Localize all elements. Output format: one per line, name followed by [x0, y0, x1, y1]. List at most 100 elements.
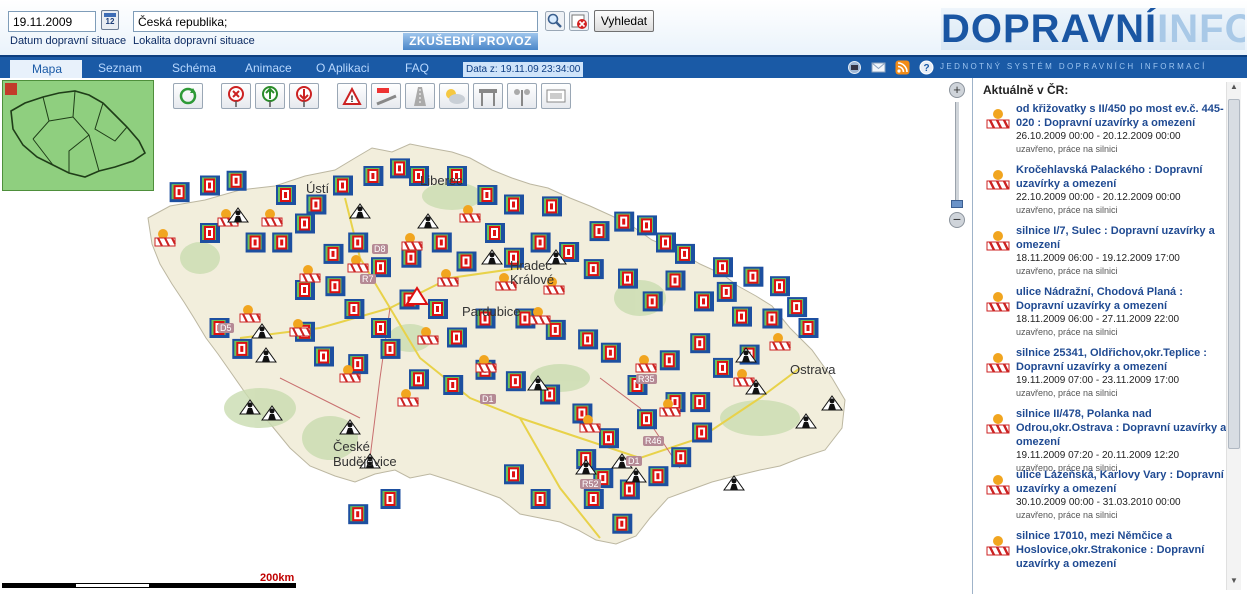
zoom-control[interactable]: + −: [947, 82, 967, 230]
closure-sign-marker[interactable]: [333, 175, 353, 196]
start-point-button[interactable]: [255, 83, 285, 109]
layer-closures-button[interactable]: [371, 83, 401, 109]
closure-sign-marker[interactable]: [447, 327, 467, 348]
closure-sign-marker[interactable]: [401, 247, 422, 268]
closure-sign-marker[interactable]: [656, 232, 676, 253]
closure-sign-marker[interactable]: [443, 375, 464, 395]
closure-sign-marker[interactable]: [659, 350, 680, 371]
event-item[interactable]: silnice I/7, Sulec : Dopravní uzavírky a…: [979, 224, 1231, 285]
closure-sign-marker[interactable]: [314, 346, 334, 367]
closure-sign-marker[interactable]: [637, 409, 657, 430]
closure-sign-marker[interactable]: [232, 338, 253, 359]
layer-meteo-button[interactable]: [507, 83, 537, 109]
closure-sign-marker[interactable]: [380, 489, 401, 509]
event-item[interactable]: silnice 25341, Oldřichov,okr.Teplice : D…: [979, 346, 1231, 407]
zoom-slider-track[interactable]: [955, 102, 959, 206]
closure-sign-marker[interactable]: [169, 182, 190, 203]
calendar-icon[interactable]: 12: [101, 10, 119, 30]
map-area[interactable]: Ústí Liberec Hradec Králové Pardubice Če…: [0, 78, 944, 594]
scroll-thumb[interactable]: [1228, 99, 1240, 449]
closure-sign-marker[interactable]: [348, 504, 369, 525]
clear-search-icon[interactable]: [569, 11, 589, 31]
closure-sign-marker[interactable]: [380, 338, 401, 359]
closure-sign-marker[interactable]: [348, 232, 369, 253]
closure-sign-marker[interactable]: [612, 513, 633, 534]
event-item[interactable]: od křižovatky s II/450 po most ev.č. 445…: [979, 102, 1231, 163]
tab-mapa[interactable]: Mapa: [10, 60, 82, 78]
tab-seznam[interactable]: Seznam: [98, 61, 142, 75]
event-item[interactable]: silnice 17010, mezi Němčice a Hoslovice,…: [979, 529, 1231, 590]
closure-sign-marker[interactable]: [245, 232, 266, 253]
closure-sign-marker[interactable]: [306, 194, 327, 215]
closure-sign-marker[interactable]: [583, 489, 604, 509]
event-title[interactable]: Kročehlavská Palackého : Dopravní uzavír…: [1016, 163, 1231, 191]
closure-sign-marker[interactable]: [642, 291, 663, 312]
event-title[interactable]: silnice I/7, Sulec : Dopravní uzavírky a…: [1016, 224, 1231, 252]
closure-sign-marker[interactable]: [504, 194, 524, 215]
closure-sign-marker[interactable]: [743, 266, 764, 287]
remove-point-button[interactable]: [221, 83, 251, 109]
closure-sign-marker[interactable]: [542, 196, 562, 217]
event-item[interactable]: silnice II/478, Polanka nad Odrou,okr.Os…: [979, 407, 1231, 473]
event-title[interactable]: ulice Nádražní, Chodová Planá : Dopravní…: [1016, 285, 1231, 313]
closure-sign-marker[interactable]: [325, 276, 346, 297]
closure-sign-marker[interactable]: [504, 464, 524, 485]
layer-weather-button[interactable]: [439, 83, 469, 109]
zoom-out-button[interactable]: −: [949, 212, 965, 228]
layer-warnings-button[interactable]: !: [337, 83, 367, 109]
zoom-in-button[interactable]: +: [949, 82, 965, 98]
closure-sign-marker[interactable]: [428, 299, 448, 319]
closure-sign-marker[interactable]: [770, 276, 790, 297]
overview-minimap[interactable]: [2, 80, 154, 191]
event-title[interactable]: od křižovatky s II/450 po most ev.č. 445…: [1016, 102, 1231, 130]
layer-panels-button[interactable]: [541, 83, 571, 109]
closure-sign-marker[interactable]: [200, 223, 220, 243]
tab-o-aplikaci[interactable]: O Aplikaci: [316, 61, 369, 75]
closure-sign-marker[interactable]: [323, 243, 344, 264]
closure-sign-marker[interactable]: [637, 215, 657, 236]
event-item[interactable]: ulice Lázeňská, Karlovy Vary : Dopravní …: [979, 468, 1231, 529]
location-input[interactable]: [133, 11, 538, 32]
closure-sign-marker[interactable]: [716, 281, 737, 302]
closure-sign-marker[interactable]: [732, 306, 752, 327]
zoom-slider-thumb[interactable]: [951, 200, 963, 208]
date-input[interactable]: [8, 11, 96, 32]
search-button[interactable]: Vyhledat: [594, 10, 654, 32]
tab-faq[interactable]: FAQ: [405, 61, 429, 75]
closure-sign-marker[interactable]: [456, 251, 477, 272]
closure-sign-marker[interactable]: [200, 175, 220, 196]
closure-sign-marker[interactable]: [505, 371, 526, 392]
layer-roads-button[interactable]: [405, 83, 435, 109]
closure-sign-marker[interactable]: [648, 466, 669, 487]
refresh-button[interactable]: [173, 83, 203, 109]
closure-sign-marker[interactable]: [363, 166, 384, 186]
tab-animace[interactable]: Animace: [245, 61, 292, 75]
scroll-up-arrow-icon[interactable]: ▲: [1227, 82, 1241, 96]
event-item[interactable]: Kročehlavská Palackého : Dopravní uzavír…: [979, 163, 1231, 224]
magnifier-icon[interactable]: [545, 11, 565, 31]
closure-sign-marker[interactable]: [477, 185, 498, 205]
closure-sign-marker[interactable]: [530, 232, 551, 253]
mail-icon[interactable]: [871, 60, 886, 75]
closure-sign-marker[interactable]: [665, 270, 686, 291]
closure-sign-marker[interactable]: [618, 268, 638, 289]
event-title[interactable]: silnice 17010, mezi Němčice a Hoslovice,…: [1016, 529, 1231, 571]
closure-sign-marker[interactable]: [713, 257, 733, 278]
closure-sign-marker[interactable]: [578, 329, 599, 350]
collapse-overview-icon[interactable]: [5, 83, 17, 95]
closure-sign-marker[interactable]: [583, 259, 604, 280]
closure-sign-marker[interactable]: [675, 243, 695, 264]
closure-sign-marker[interactable]: [371, 318, 391, 338]
closure-sign-marker[interactable]: [599, 428, 619, 449]
rss-icon[interactable]: [895, 60, 910, 75]
event-item[interactable]: ulice Nádražní, Chodová Planá : Dopravní…: [979, 285, 1231, 346]
closure-sign-marker[interactable]: [272, 232, 293, 253]
closure-sign-marker[interactable]: [692, 422, 713, 443]
closure-sign-marker[interactable]: [390, 158, 410, 179]
closure-sign-marker[interactable]: [762, 308, 783, 329]
panel-scrollbar[interactable]: ▲ ▼: [1226, 82, 1241, 590]
scroll-down-arrow-icon[interactable]: ▼: [1227, 576, 1241, 590]
closure-sign-marker[interactable]: [589, 221, 610, 242]
closure-sign-marker[interactable]: [694, 291, 714, 312]
closure-sign-marker[interactable]: [690, 392, 711, 413]
